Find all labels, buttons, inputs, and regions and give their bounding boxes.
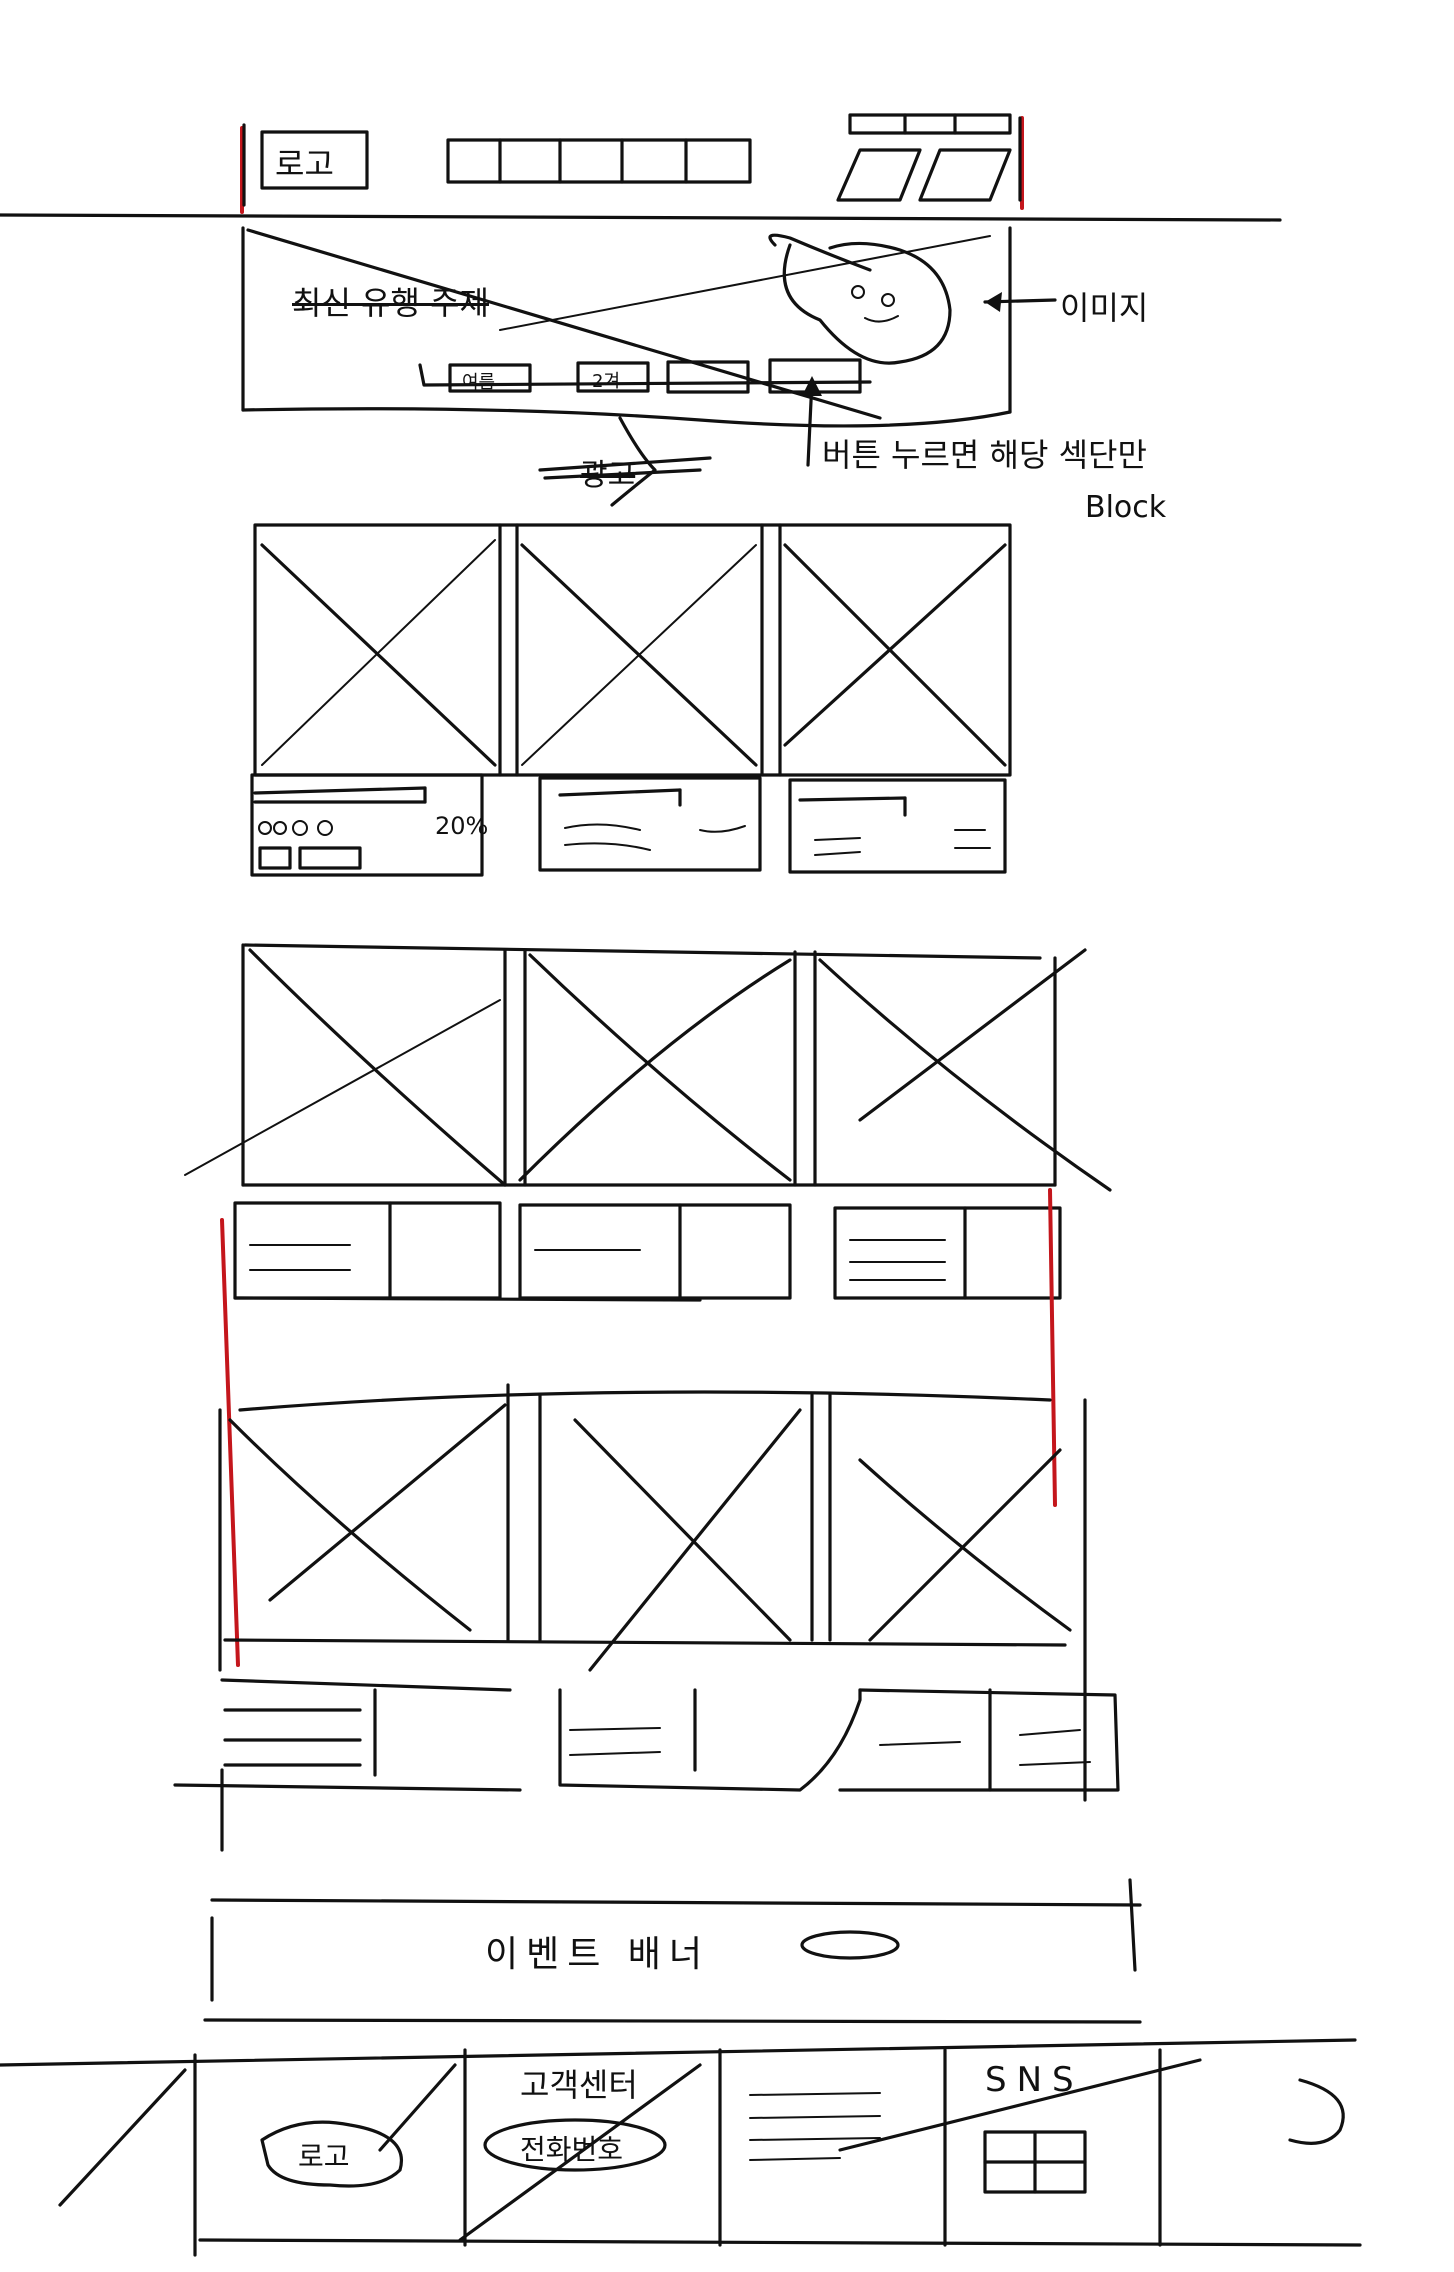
- wireframe-sketch: [0, 113, 1362, 2257]
- product-2-1-info: [233, 1201, 702, 1302]
- product-3-3-info: [838, 1688, 1120, 1792]
- product-2-3-image[interactable]: [818, 948, 1112, 1192]
- button-annotation-line1: 버튼 누르면 해당 섹단만: [822, 436, 1147, 474]
- product-section-1: [250, 523, 1012, 877]
- footer-logo-label: 로고: [298, 2140, 350, 2173]
- product-1-2-info: [538, 776, 762, 872]
- product-2-2-info: [518, 1203, 792, 1300]
- product-3-3-image[interactable]: [858, 1448, 1072, 1642]
- product-1-3-info: [788, 778, 1007, 874]
- product-section-2: [184, 943, 1112, 1302]
- header-nav[interactable]: [446, 138, 752, 184]
- product-3-1-image[interactable]: [228, 1403, 507, 1632]
- hero-image: [768, 233, 952, 365]
- footer-phone-label: 전화번호: [520, 2133, 624, 2166]
- product-1-1-image[interactable]: [260, 539, 497, 767]
- product-section-3: [173, 1383, 1120, 1852]
- product-2-1-image[interactable]: [184, 948, 507, 1187]
- product-2-3-info: [833, 1206, 1062, 1300]
- hero-title-struck: 최신 유행 주제: [292, 284, 489, 322]
- product-3-2-info: [558, 1688, 862, 1792]
- product-1-2-image[interactable]: [520, 543, 758, 767]
- image-note-arrow: [983, 292, 1057, 312]
- button-annotation-line2: Block: [1085, 490, 1167, 525]
- hero-struck-ad-label: 광고: [580, 458, 636, 493]
- product-1-3-image[interactable]: [783, 543, 1007, 767]
- footer-info-lines: [749, 2058, 1202, 2161]
- product-1-1-discount: 20%: [435, 812, 489, 840]
- hero-button-1-label: 여름: [462, 372, 496, 393]
- header-util-buttons[interactable]: [836, 113, 1012, 202]
- button-note-arrow: [802, 376, 822, 467]
- footer-customer-center-label: 고객센터: [520, 2066, 638, 2104]
- footer: [0, 2038, 1362, 2257]
- product-3-1-info: [173, 1678, 522, 1852]
- header-logo-label: 로고: [275, 145, 334, 183]
- image-annotation: 이미지: [1060, 289, 1149, 327]
- product-2-2-image[interactable]: [518, 953, 792, 1182]
- product-3-2-image[interactable]: [573, 1408, 802, 1672]
- event-banner-label: 이벤트 배너: [485, 1934, 711, 1975]
- header: [0, 113, 1282, 222]
- footer-sns-label: SNS: [985, 2060, 1084, 2100]
- footer-sns-icons[interactable]: [983, 2130, 1087, 2194]
- hero-button-2-label: 2겨: [592, 371, 621, 392]
